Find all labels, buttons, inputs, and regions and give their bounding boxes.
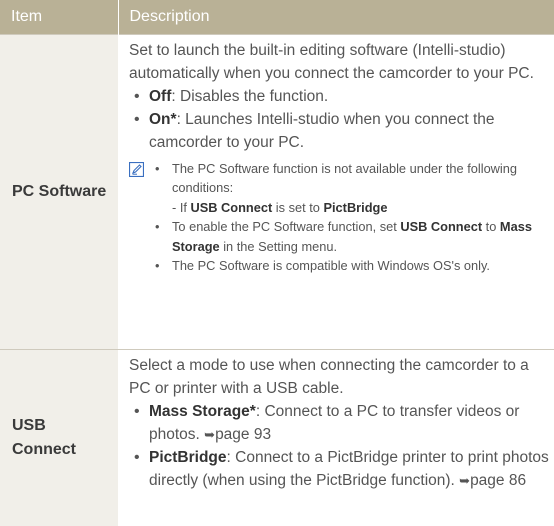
note-item-2: To enable the PC Software function, set … [154,217,554,256]
table-row-pc-software: PC Software Set to launch the built-in e… [0,33,554,349]
pict-page-ref[interactable]: page 86 [470,472,526,489]
header-item: Item [0,0,118,34]
mass-page-ref[interactable]: page 93 [215,426,271,443]
option-off: Off: Disables the function. [129,85,554,108]
option-mass-label: Mass Storage* [149,402,256,420]
usb-connect-intro: Select a mode to use when connecting the… [129,356,529,397]
note-box: The PC Software function is not availabl… [129,159,554,276]
note-item-3: The PC Software is compatible with Windo… [154,256,554,276]
item-pc-software: PC Software [0,33,118,349]
note-pencil-icon [129,161,144,177]
note2-usb: USB Connect [400,219,483,234]
usb-connect-options: Mass Storage*: Connect to a PC to transf… [129,400,554,492]
note2-c: to [482,219,500,234]
arrow-right-icon: ➥ [204,426,216,442]
pc-software-intro: Set to launch the built-in editing softw… [129,41,534,82]
option-off-label: Off [149,87,172,105]
note1-text: The PC Software function is not availabl… [172,160,518,196]
pc-software-options: Off: Disables the function. On*: Launche… [129,85,554,154]
option-on-label: On* [149,110,177,128]
note-item-1: The PC Software function is not availabl… [154,159,554,218]
note1-sub-prefix: - If [172,199,191,215]
table-header-row: Item Description [0,0,554,34]
desc-usb-connect: Select a mode to use when connecting the… [118,348,554,526]
option-on: On*: Launches Intelli-studio when you co… [129,108,554,154]
note1-sub-usb: USB Connect [190,199,273,215]
note2-d: in the Setting menu. [219,238,338,254]
header-description: Description [117,0,554,34]
note1-sub-mid: is set to [272,199,324,215]
arrow-right-icon: ➥ [459,472,471,488]
option-off-text: : Disables the function. [171,87,329,105]
item-usb-connect: USB Connect [0,348,118,526]
note2-a: To enable the PC Software function, set [172,219,401,234]
option-on-text: : Launches Intelli-studio when you conne… [149,110,495,151]
desc-pc-software: Set to launch the built-in editing softw… [118,33,554,349]
option-pict-label: PictBridge [149,448,227,466]
note-list: The PC Software function is not availabl… [154,159,554,276]
note1-sub-pictbridge: PictBridge [323,199,388,215]
note3-text: The PC Software is compatible with Windo… [172,258,490,273]
table-row-usb-connect: USB Connect Select a mode to use when co… [0,348,554,526]
option-mass-storage: Mass Storage*: Connect to a PC to transf… [129,400,554,446]
option-pictbridge: PictBridge: Connect to a PictBridge prin… [129,446,554,492]
settings-table: Item Description PC Software Set to laun… [0,0,554,526]
